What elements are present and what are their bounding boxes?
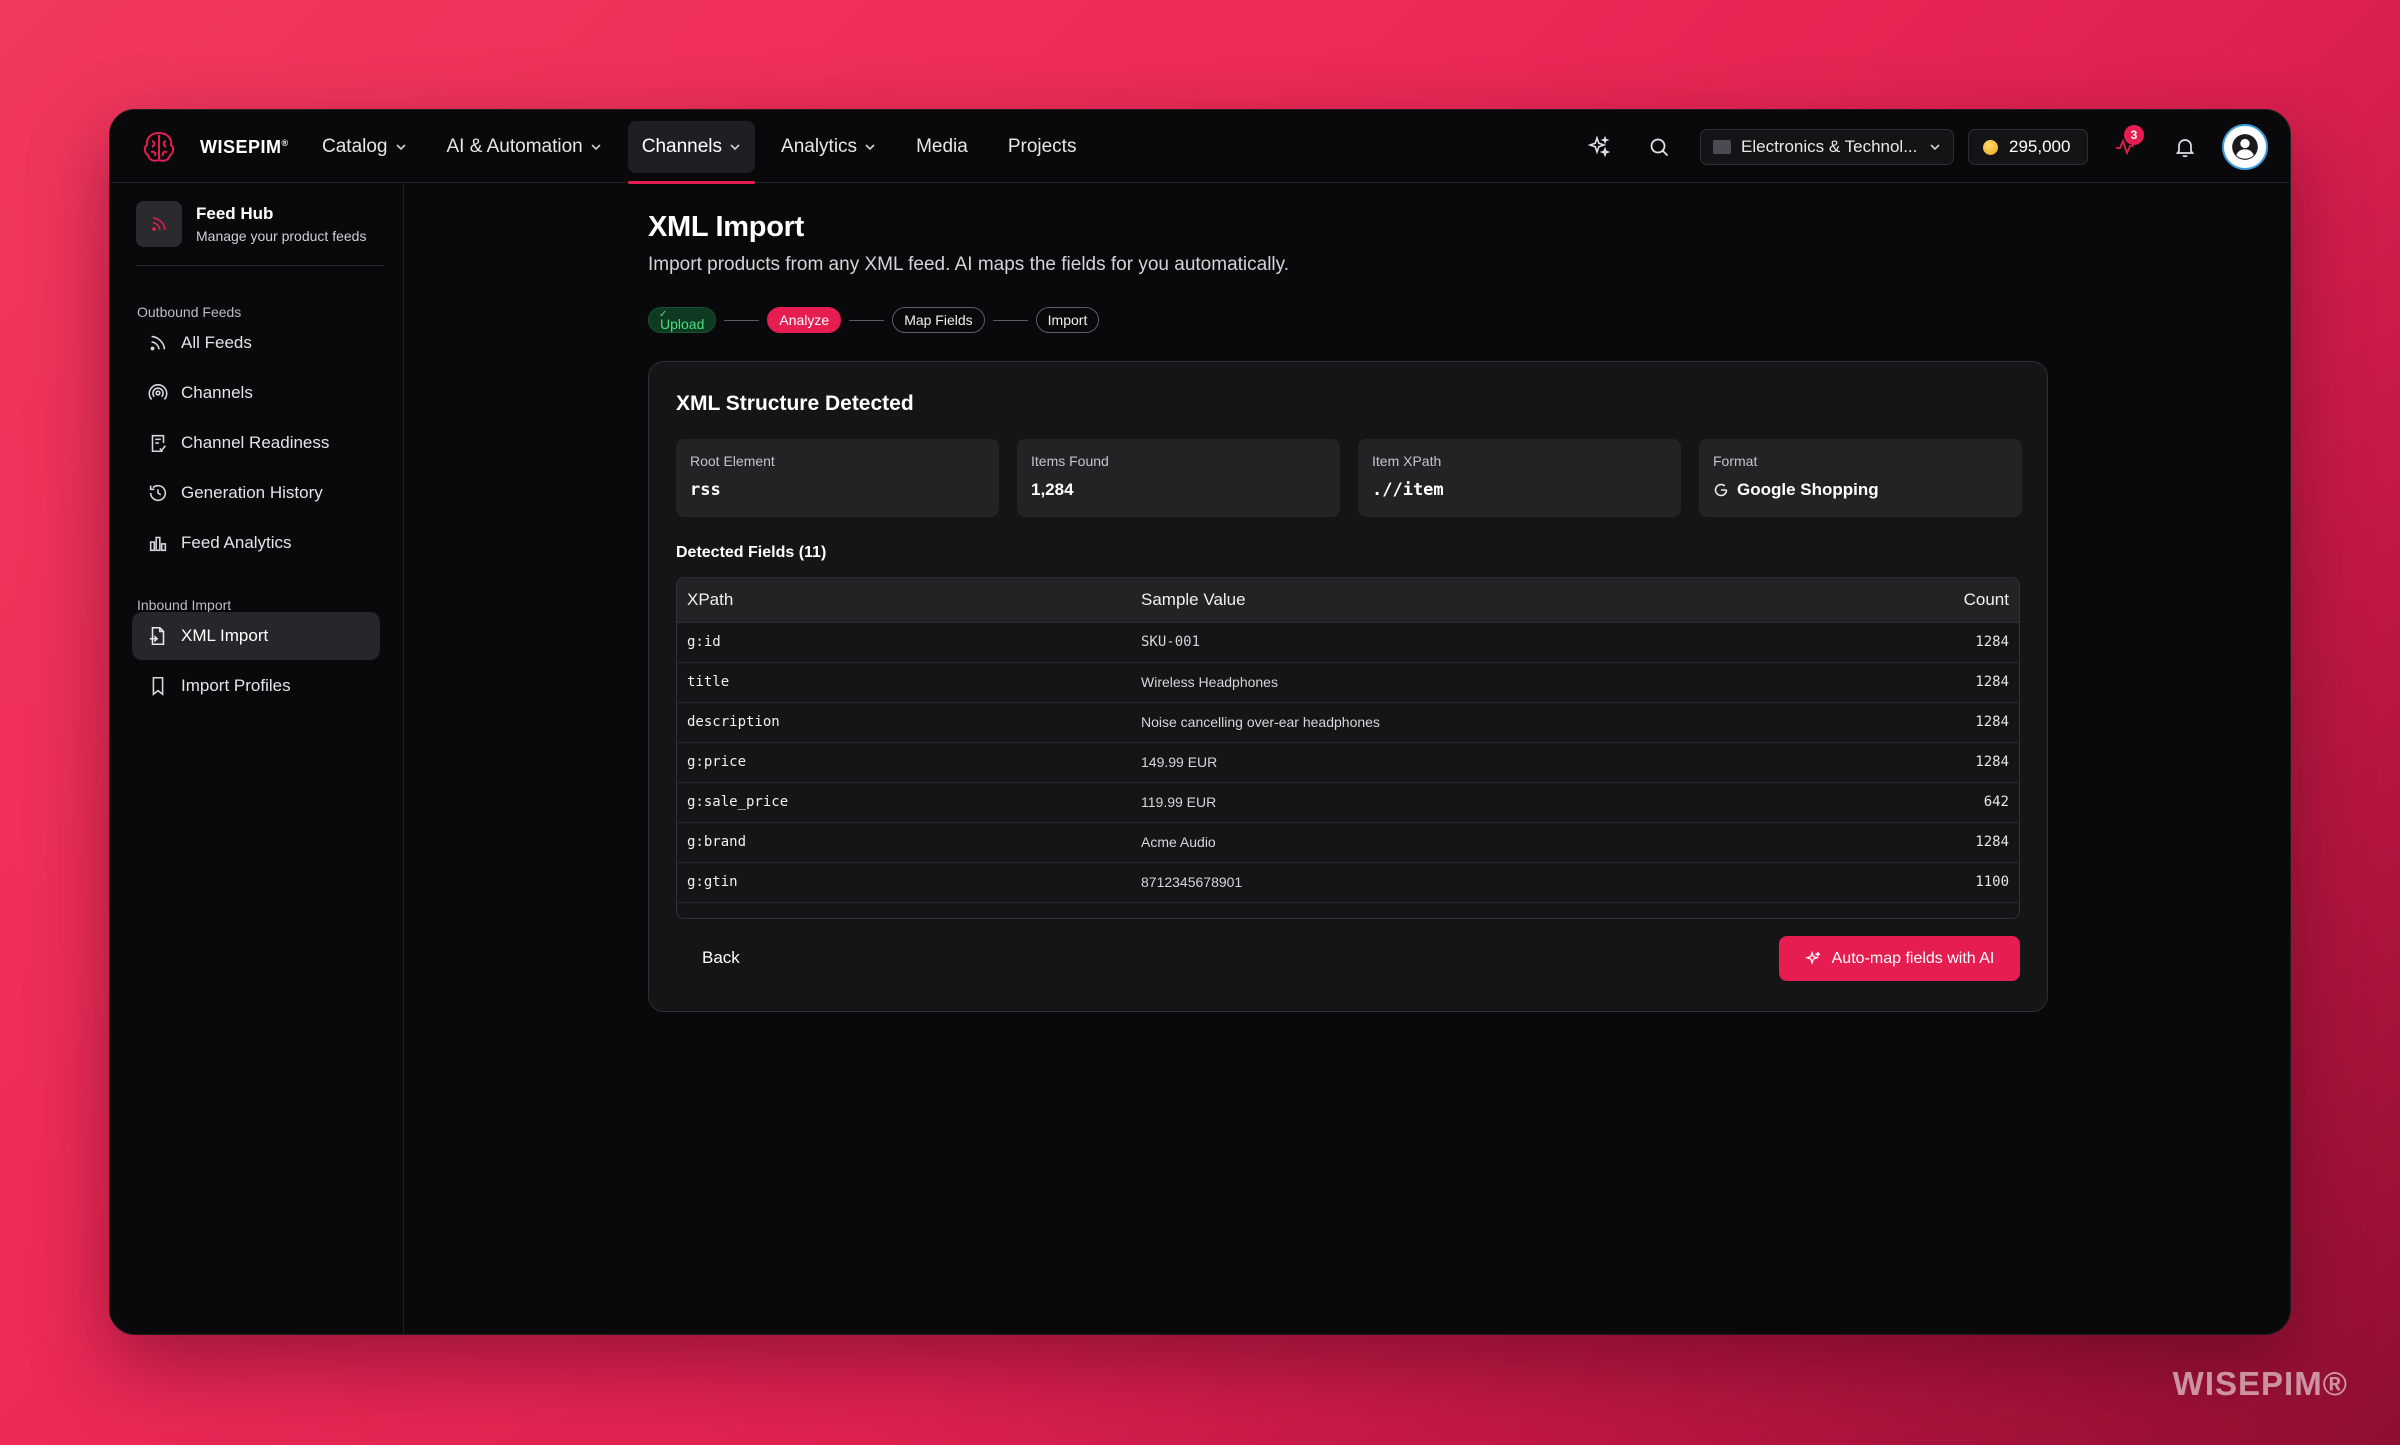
brand-name: WISEPIM® [200,136,289,157]
table-row: g:gtin 8712345678901 1100 [677,862,2019,903]
topbar-actions: Electronics & Technol... 295,000 3 [1562,124,2268,170]
sparkles-icon [1804,950,1820,965]
auto-map-ai-button[interactable]: Auto-map fields with AI [1779,936,2020,981]
brand[interactable]: WISEPIM® [139,127,289,167]
table-row: title Wireless Headphones 1284 [677,662,2019,703]
hub-subtitle: Manage your product feeds [196,228,367,244]
page-subtitle: Import products from any XML feed. AI ma… [648,254,1290,275]
sparkles-icon [1587,135,1611,158]
chevron-down-icon [395,144,406,151]
workspace-selector[interactable]: Electronics & Technol... [1700,129,1954,165]
nav-ai-automation[interactable]: AI & Automation [433,121,616,173]
step-connector [992,319,1028,321]
notifications-button[interactable] [2162,124,2208,170]
divider [136,265,384,266]
fields-table[interactable]: XPath Sample Value Count g:id SKU-001 12… [676,577,2020,919]
step-upload[interactable]: ✓ Upload [648,307,717,333]
inbound-section-label: Inbound Import [137,597,232,613]
workspace-flag-icon [1713,140,1731,154]
nav-media[interactable]: Media [902,121,982,173]
xml-structure-card: XML Structure Detected Root Element rss … [648,361,2048,1012]
card-title: XML Structure Detected [676,392,914,415]
detected-fields-title: Detected Fields (11) [676,544,827,561]
clipboard-check-icon [151,434,166,453]
stat-items-found: Items Found 1,284 [1017,439,1340,517]
step-connector [849,319,885,321]
history-icon [149,484,167,502]
sidebar-item-channel-readiness[interactable]: Channel Readiness [132,419,380,467]
watermark: WISEPIM® [2172,1365,2348,1402]
main-nav: Catalog AI & Automation Channels Analyti… [308,121,1102,184]
check-icon: ✓ [659,309,668,320]
structure-stats: Root Element rss Items Found 1,284 Item … [676,439,2022,517]
activity-button[interactable]: 3 [2102,124,2148,170]
chevron-down-icon [865,144,875,151]
hub-title: Feed Hub [196,204,274,223]
col-xpath: XPath [677,578,1131,623]
nav-analytics[interactable]: Analytics [767,121,890,173]
ai-sparkle-button[interactable] [1576,124,1622,170]
rss-icon [150,335,166,351]
step-analyze[interactable]: Analyze [767,307,842,333]
col-sample-value: Sample Value [1131,578,1840,623]
activity-badge: 3 [2124,125,2144,145]
main-content: XML Import Import products from any XML … [405,184,2290,1334]
step-connector [724,319,760,321]
nav-channels[interactable]: Channels [627,121,756,184]
table-row: g:id SKU-001 1284 [677,622,2019,663]
nav-projects[interactable]: Projects [994,121,1091,173]
search-icon [1650,138,1669,157]
outbound-section-label: Outbound Feeds [137,304,242,320]
rss-hub-icon [136,201,182,247]
app-window: WISEPIM® Catalog AI & Automation Channel… [109,109,2291,1335]
user-icon [2232,134,2258,160]
sidebar-item-generation-history[interactable]: Generation History [132,469,380,517]
sidebar: Feed Hub Manage your product feeds Outbo… [110,184,404,1334]
page-title: XML Import [648,211,804,243]
stat-format: Format Google Shopping [1699,439,2022,517]
search-button[interactable] [1636,124,1682,170]
chevron-down-icon [591,144,601,151]
chevron-down-icon [1930,144,1940,151]
sidebar-item-import-profiles[interactable]: Import Profiles [132,662,380,710]
feed-hub-header: Feed Hub Manage your product feeds [136,201,384,247]
coin-icon [1983,139,1998,155]
file-import-icon [149,626,165,646]
col-count: Count [1839,578,2019,623]
back-button[interactable]: Back [676,936,766,980]
credits-balance[interactable]: 295,000 [1968,129,2088,165]
table-header-row: XPath Sample Value Count [677,578,2019,623]
user-avatar[interactable] [2222,124,2268,170]
step-import[interactable]: Import [1035,307,1100,333]
bell-icon [2175,139,2195,158]
chevron-down-icon [730,144,740,151]
nav-catalog[interactable]: Catalog [308,121,421,173]
broadcast-icon [148,384,168,400]
bar-chart-icon [149,536,167,552]
sidebar-item-all-feeds[interactable]: All Feeds [132,319,380,367]
stat-root-element: Root Element rss [676,439,999,517]
table-row: g:sale_price 119.99 EUR 642 [677,782,2019,823]
import-stepper: ✓ Upload Analyze Map Fields Import [648,307,1100,333]
bookmark-icon [152,676,164,696]
table-row: g:price 149.99 EUR 1284 [677,742,2019,783]
stat-item-xpath: Item XPath .//item [1358,439,1681,517]
brain-logo-icon [143,131,175,162]
table-row: description Noise cancelling over-ear he… [677,702,2019,743]
top-navigation: WISEPIM® Catalog AI & Automation Channel… [110,110,2290,184]
sidebar-item-channels[interactable]: Channels [132,369,380,417]
sidebar-item-xml-import[interactable]: XML Import [132,612,380,660]
table-row: g:brand Acme Audio 1284 [677,822,2019,863]
sidebar-item-feed-analytics[interactable]: Feed Analytics [132,519,380,567]
step-map-fields[interactable]: Map Fields [892,307,985,333]
google-icon [1714,483,1728,497]
